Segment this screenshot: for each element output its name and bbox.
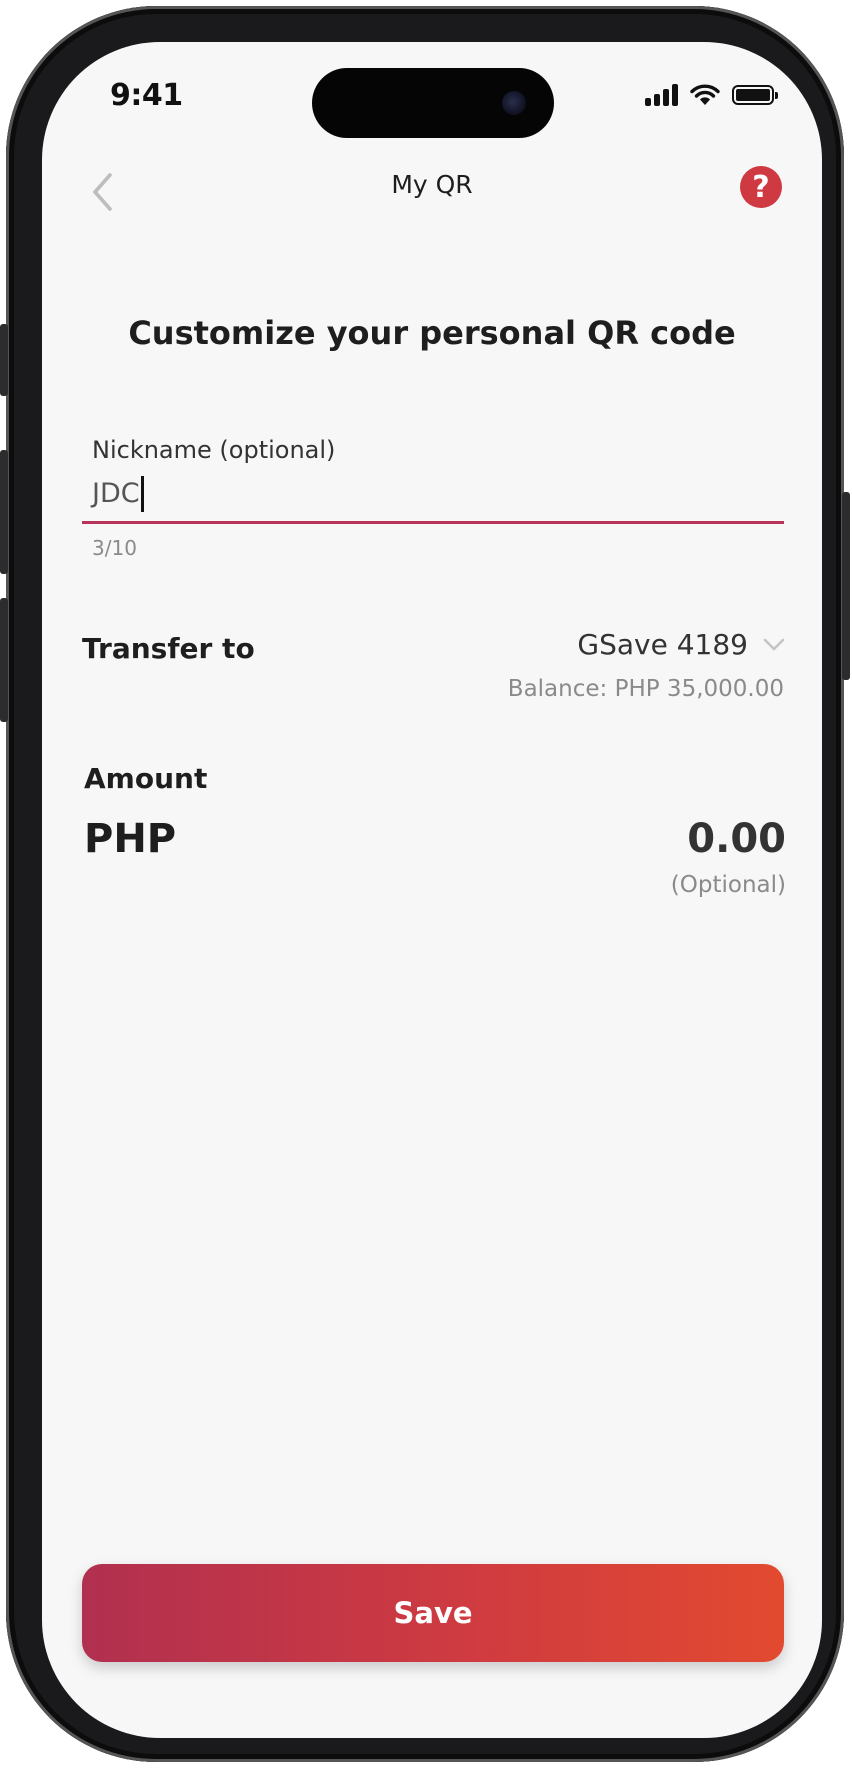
volume-down-button: [0, 598, 8, 722]
status-icons: [645, 80, 778, 110]
character-counter: 3/10: [92, 536, 137, 560]
page-title: My QR: [391, 170, 473, 199]
nickname-input[interactable]: JDC: [82, 466, 784, 524]
nickname-value: JDC: [92, 478, 140, 509]
account-dropdown[interactable]: GSave 4189: [577, 628, 786, 661]
battery-icon: [732, 85, 778, 105]
wifi-icon: [690, 84, 720, 105]
account-balance: Balance: PHP 35,000.00: [507, 676, 784, 702]
dynamic-island: [312, 68, 554, 138]
volume-up-button: [0, 450, 8, 574]
action-button: [0, 324, 8, 396]
back-button[interactable]: [82, 162, 122, 222]
nickname-label: Nickname (optional): [92, 436, 336, 464]
signal-icon: [645, 84, 678, 106]
power-button: [842, 492, 850, 680]
camera-icon: [502, 91, 526, 115]
chevron-left-icon: [93, 173, 112, 211]
phone-frame: 9:41 My QR ? Customize your personal QR …: [0, 6, 850, 1762]
amount-label: Amount: [84, 762, 208, 795]
screen: 9:41 My QR ? Customize your personal QR …: [42, 42, 822, 1738]
text-caret: [140, 475, 144, 512]
account-name: GSave 4189: [577, 628, 748, 661]
transfer-to-label: Transfer to: [82, 632, 255, 665]
currency-label: PHP: [84, 816, 177, 862]
save-button[interactable]: Save: [82, 1564, 784, 1662]
amount-input[interactable]: 0.00: [687, 816, 786, 862]
question-icon: ?: [752, 169, 770, 205]
save-button-label: Save: [393, 1596, 473, 1630]
section-heading: Customize your personal QR code: [128, 314, 736, 352]
chevron-down-icon: [763, 638, 785, 650]
amount-hint: (Optional): [670, 872, 786, 898]
status-time: 9:41: [110, 78, 183, 113]
help-button[interactable]: ?: [740, 166, 782, 208]
